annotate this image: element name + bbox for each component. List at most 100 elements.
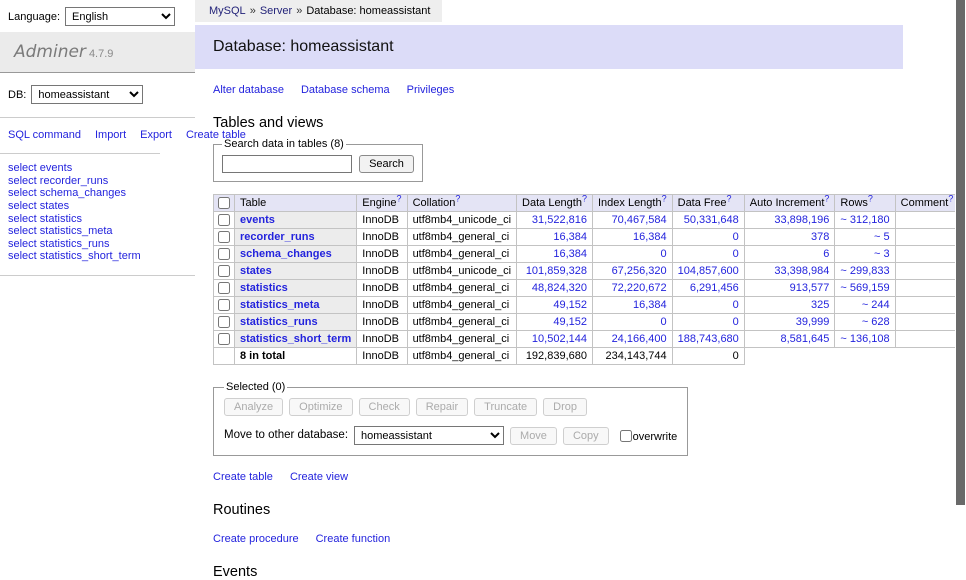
index-length-link[interactable]: 16,384 (633, 299, 667, 311)
data-length-link[interactable]: 48,824,320 (532, 282, 587, 294)
table-name-link[interactable]: events (240, 214, 275, 226)
auto-increment-link[interactable]: 6 (823, 248, 829, 260)
toolbar-link[interactable]: Alter database (213, 84, 284, 96)
sidebar-table-link[interactable]: select statistics_meta (8, 225, 113, 237)
help-link[interactable]: ? (868, 193, 873, 203)
help-link[interactable]: ? (397, 193, 402, 203)
copy-button[interactable]: Copy (563, 427, 609, 445)
data-free-link[interactable]: 0 (733, 231, 739, 243)
auto-increment-link[interactable]: 33,898,196 (774, 214, 829, 226)
data-length-link[interactable]: 16,384 (553, 231, 587, 243)
sidebar-table-link[interactable]: select recorder_runs (8, 175, 108, 187)
help-link[interactable]: ? (824, 193, 829, 203)
table-name-link[interactable]: statistics (240, 282, 288, 294)
search-input[interactable] (222, 155, 352, 173)
data-free-link[interactable]: 0 (733, 248, 739, 260)
row-checkbox[interactable] (218, 316, 230, 328)
auto-increment-link[interactable]: 8,581,645 (780, 333, 829, 345)
selected-action-button[interactable]: Analyze (224, 398, 283, 416)
data-free-link[interactable]: 0 (733, 299, 739, 311)
help-link[interactable]: ? (948, 193, 953, 203)
help-link[interactable]: ? (662, 193, 667, 203)
create-routine-link[interactable]: Create procedure (213, 533, 299, 545)
help-link[interactable]: ? (582, 193, 587, 203)
breadcrumb-server-link[interactable]: Server (260, 5, 292, 17)
auto-increment-link[interactable]: 39,999 (796, 316, 830, 328)
data-length-link[interactable]: 49,152 (553, 299, 587, 311)
selected-action-button[interactable]: Drop (543, 398, 587, 416)
index-length-link[interactable]: 72,220,672 (612, 282, 667, 294)
create-link[interactable]: Create table (213, 471, 273, 483)
row-checkbox[interactable] (218, 214, 230, 226)
data-free-link[interactable]: 104,857,600 (678, 265, 739, 277)
rows-link[interactable]: ~ 299,833 (840, 265, 889, 277)
help-link[interactable]: ? (455, 193, 460, 203)
select-all-checkbox[interactable] (218, 197, 230, 209)
data-length-link[interactable]: 10,502,144 (532, 333, 587, 345)
data-length-link[interactable]: 101,859,328 (526, 265, 587, 277)
toolbar-link[interactable]: Database schema (301, 84, 390, 96)
data-length-link[interactable]: 49,152 (553, 316, 587, 328)
selected-action-button[interactable]: Optimize (289, 398, 352, 416)
selected-action-button[interactable]: Repair (416, 398, 468, 416)
selected-action-button[interactable]: Truncate (474, 398, 537, 416)
language-select[interactable]: English (65, 7, 175, 26)
row-checkbox[interactable] (218, 282, 230, 294)
sidebar-table-link[interactable]: select statistics_short_term (8, 250, 141, 262)
help-link[interactable]: ? (727, 193, 732, 203)
sidebar-action-link[interactable]: Import (95, 129, 126, 141)
sidebar-action-link[interactable]: SQL command (8, 129, 81, 141)
sidebar-table-link[interactable]: select statistics_runs (8, 238, 109, 250)
table-name-link[interactable]: recorder_runs (240, 231, 315, 243)
table-name-link[interactable]: statistics_short_term (240, 333, 351, 345)
db-select[interactable]: homeassistant (31, 85, 143, 104)
toolbar-link[interactable]: Privileges (407, 84, 455, 96)
selected-action-button[interactable]: Check (359, 398, 410, 416)
auto-increment-link[interactable]: 325 (811, 299, 829, 311)
table-name-link[interactable]: states (240, 265, 272, 277)
rows-link[interactable]: ~ 569,159 (840, 282, 889, 294)
auto-increment-link[interactable]: 33,398,984 (774, 265, 829, 277)
rows-link[interactable]: ~ 312,180 (840, 214, 889, 226)
rows-link[interactable]: ~ 628 (862, 316, 890, 328)
data-length-link[interactable]: 16,384 (553, 248, 587, 260)
table-name-link[interactable]: statistics_runs (240, 316, 318, 328)
data-free-link[interactable]: 6,291,456 (690, 282, 739, 294)
sidebar-table-link[interactable]: select schema_changes (8, 187, 126, 199)
row-checkbox[interactable] (218, 248, 230, 260)
index-length-link[interactable]: 0 (661, 248, 667, 260)
auto-increment-link[interactable]: 913,577 (790, 282, 830, 294)
auto-increment-link[interactable]: 378 (811, 231, 829, 243)
breadcrumb-mysql-link[interactable]: MySQL (209, 5, 246, 17)
data-length-link[interactable]: 31,522,816 (532, 214, 587, 226)
move-database-select[interactable]: homeassistant (354, 426, 504, 445)
move-button[interactable]: Move (510, 427, 557, 445)
data-free-link[interactable]: 0 (733, 316, 739, 328)
create-routine-link[interactable]: Create function (316, 533, 391, 545)
row-checkbox[interactable] (218, 265, 230, 277)
search-button[interactable]: Search (359, 155, 414, 173)
scrollbar-thumb[interactable] (956, 0, 965, 505)
data-free-link[interactable]: 50,331,648 (684, 214, 739, 226)
index-length-link[interactable]: 24,166,400 (612, 333, 667, 345)
sidebar-table-link[interactable]: select statistics (8, 213, 82, 225)
index-length-link[interactable]: 0 (661, 316, 667, 328)
row-checkbox[interactable] (218, 231, 230, 243)
index-length-link[interactable]: 67,256,320 (612, 265, 667, 277)
sidebar-table-link[interactable]: select events (8, 162, 72, 174)
index-length-link[interactable]: 16,384 (633, 231, 667, 243)
index-length-link[interactable]: 70,467,584 (612, 214, 667, 226)
overwrite-checkbox[interactable] (620, 430, 632, 442)
data-free-link[interactable]: 188,743,680 (678, 333, 739, 345)
rows-link[interactable]: ~ 3 (874, 248, 890, 260)
row-checkbox[interactable] (218, 333, 230, 345)
create-link[interactable]: Create view (290, 471, 348, 483)
rows-link[interactable]: ~ 136,108 (840, 333, 889, 345)
rows-link[interactable]: ~ 5 (874, 231, 890, 243)
table-name-link[interactable]: schema_changes (240, 248, 332, 260)
sidebar-action-link[interactable]: Export (140, 129, 172, 141)
scrollbar-track[interactable] (955, 0, 966, 543)
row-checkbox[interactable] (218, 299, 230, 311)
table-name-link[interactable]: statistics_meta (240, 299, 320, 311)
rows-link[interactable]: ~ 244 (862, 299, 890, 311)
